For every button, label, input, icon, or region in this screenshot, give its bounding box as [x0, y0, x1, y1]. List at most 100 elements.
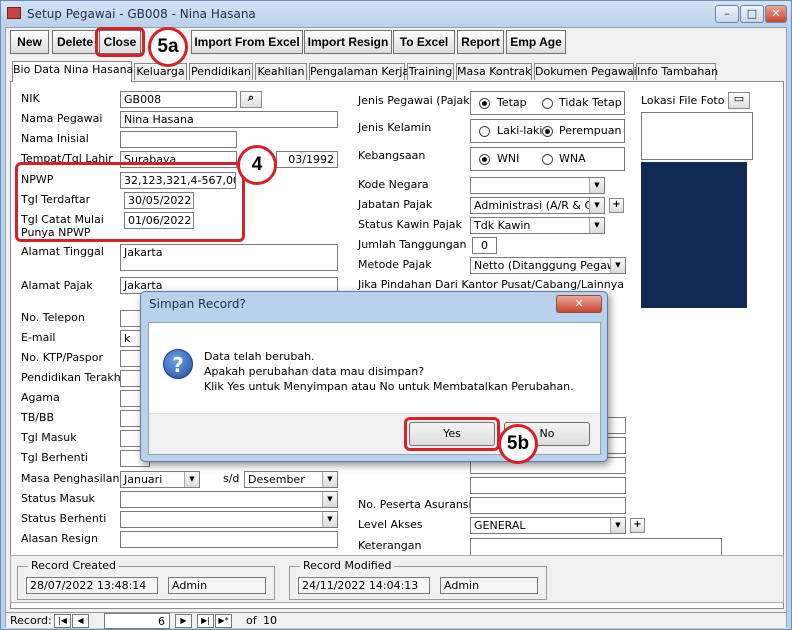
first-record-button[interactable]: |◀ — [54, 614, 71, 628]
record-created-label: Record Created — [28, 559, 120, 572]
tidak-tetap-radio[interactable] — [542, 98, 553, 109]
folder-open-icon[interactable]: ▭ — [728, 92, 750, 109]
import-from-excel-button[interactable]: Import From Excel — [191, 30, 303, 54]
chevron-down-icon: ▼ — [322, 472, 337, 487]
nik-field[interactable]: GB008 — [120, 91, 237, 108]
tab-training[interactable]: Training — [407, 63, 454, 80]
status-masuk-select[interactable]: ▼ — [120, 491, 338, 508]
alamat-tinggal-field[interactable]: Jakarta — [120, 244, 338, 271]
tgl-masuk-label: Tgl Masuk — [21, 431, 77, 444]
window-close-button[interactable]: ✕ — [765, 5, 787, 23]
tab-pengalaman-kerja[interactable]: Pengalaman Kerja — [309, 63, 409, 80]
tetap-radio[interactable] — [479, 98, 490, 109]
nama-pegawai-field[interactable]: Nina Hasana — [120, 111, 338, 128]
masa-sd-label: s/d — [223, 472, 240, 485]
masa-from-value: Januari — [124, 473, 163, 486]
wni-radio[interactable] — [479, 154, 490, 165]
level-akses-value: GENERAL — [474, 519, 526, 532]
jenis-kelamin-group: Laki-laki Perempuan — [470, 119, 625, 143]
dialog-message-line3: Klik Yes untuk Menyimpan atau No untuk M… — [204, 380, 574, 393]
last-record-button[interactable]: ▶| — [197, 614, 214, 628]
prev-record-button[interactable]: ◀ — [72, 614, 89, 628]
level-akses-label: Level Akses — [358, 518, 423, 531]
jenis-pegawai-group: Tetap Tidak Tetap — [470, 91, 625, 115]
lokasi-file-foto-label: Lokasi File Foto — [641, 94, 725, 107]
dialog-message-line1: Data telah berubah. — [204, 350, 315, 363]
tgl-lahir-field[interactable]: 03/1992 — [276, 151, 338, 168]
created-by-field: Admin — [168, 577, 266, 594]
alasan-resign-field[interactable] — [120, 531, 338, 548]
tbbb-label: TB/BB — [21, 411, 55, 424]
jabatan-pajak-select[interactable]: Administrasi (A/R & Claim ▼ — [470, 197, 605, 214]
kode-negara-select[interactable]: ▼ — [470, 177, 605, 194]
nama-inisial-label: Nama Inisial — [21, 132, 89, 145]
tab-dokumen-pegawai[interactable]: Dokumen Pegawai — [534, 63, 637, 80]
chevron-down-icon: ▼ — [322, 492, 337, 507]
tetap-label: Tetap — [497, 96, 527, 109]
status-kawin-value: Tdk Kawin — [474, 219, 531, 232]
tab-strip: Bio Data Nina Hasana Keluarga Pendidikan… — [10, 61, 786, 82]
current-record-field[interactable]: 6 — [104, 613, 170, 629]
record-total: 10 — [263, 614, 277, 627]
perempuan-radio[interactable] — [542, 126, 553, 137]
nama-inisial-field[interactable] — [120, 131, 237, 148]
foto-path-field[interactable] — [641, 112, 753, 160]
chevron-down-icon: ▼ — [589, 218, 604, 233]
record-of-label: of — [246, 614, 257, 627]
new-record-button[interactable]: ▶* — [215, 614, 232, 628]
annotation-rect-npwp — [15, 162, 245, 242]
to-excel-button[interactable]: To Excel — [393, 30, 455, 54]
metode-pajak-select[interactable]: Netto (Ditanggung Pegawai) ▼ — [470, 257, 626, 274]
tidak-tetap-label: Tidak Tetap — [559, 96, 622, 109]
keterangan-label: Keterangan — [358, 539, 422, 552]
setup-pegawai-window: Setup Pegawai - GB008 - Nina Hasana – □ … — [0, 0, 792, 630]
tab-masa-kontrak[interactable]: Masa Kontrak — [456, 63, 532, 80]
tab-info-tambahan[interactable]: Info Tambahan — [636, 63, 718, 80]
tab-bio-data[interactable]: Bio Data Nina Hasana — [12, 61, 133, 82]
status-kawin-select[interactable]: Tdk Kawin ▼ — [470, 217, 605, 234]
record-created-group: Record Created 28/07/2022 13:48:14 Admin — [17, 559, 275, 600]
kode-negara-label: Kode Negara — [358, 178, 429, 191]
chevron-down-icon: ▼ — [322, 512, 337, 527]
modified-date-field: 24/11/2022 14:04:13 — [298, 577, 430, 594]
created-date-field: 28/07/2022 13:48:14 — [26, 577, 158, 594]
import-resign-button[interactable]: Import Resign — [304, 30, 392, 54]
add-level-button[interactable]: + — [630, 518, 645, 533]
wna-radio[interactable] — [542, 154, 553, 165]
emp-age-button[interactable]: Emp Age — [506, 30, 566, 54]
title-bar: Setup Pegawai - GB008 - Nina Hasana – □ … — [1, 1, 791, 27]
telepon-label: No. Telepon — [21, 311, 85, 324]
new-button[interactable]: New — [10, 30, 49, 54]
field-behind-dialog-4[interactable] — [470, 477, 626, 494]
maximize-button[interactable]: □ — [740, 5, 764, 23]
no-peserta-asuransi-field[interactable] — [470, 497, 626, 514]
laki-laki-radio[interactable] — [479, 126, 490, 137]
chevron-down-icon: ▼ — [589, 198, 604, 213]
chevron-down-icon: ▼ — [610, 258, 625, 273]
minimize-button[interactable]: – — [715, 5, 739, 23]
jumlah-tanggungan-field[interactable]: 0 — [472, 237, 497, 254]
next-record-button[interactable]: ▶ — [175, 614, 192, 628]
add-jabatan-button[interactable]: + — [609, 198, 624, 213]
kebangsaan-label: Kebangsaan — [358, 149, 426, 162]
status-berhenti-select[interactable]: ▼ — [120, 511, 338, 528]
metode-pajak-value: Netto (Ditanggung Pegawai) — [474, 259, 626, 272]
pendidikan-label: Pendidikan Terakhir — [21, 371, 129, 384]
delete-button[interactable]: Delete — [52, 30, 98, 54]
modified-by-field: Admin — [440, 577, 538, 594]
metode-pajak-label: Metode Pajak — [358, 258, 432, 271]
search-icon[interactable]: ⌕ — [240, 91, 262, 108]
chevron-down-icon: ▼ — [184, 472, 199, 487]
annotation-rect-yes — [404, 417, 500, 451]
dialog-message-line2: Apakah perubahan data mau disimpan? — [204, 365, 425, 378]
tab-pendidikan[interactable]: Pendidikan — [189, 63, 253, 80]
level-akses-select[interactable]: GENERAL ▼ — [470, 517, 626, 534]
record-modified-group: Record Modified 24/11/2022 14:04:13 Admi… — [289, 559, 547, 600]
jenis-pegawai-pajak-label: Jenis Pegawai (Pajak) — [358, 94, 474, 107]
masa-to-select[interactable]: Desember ▼ — [244, 471, 338, 488]
report-button[interactable]: Report — [457, 30, 504, 54]
masa-from-select[interactable]: Januari ▼ — [120, 471, 200, 488]
dialog-close-button[interactable]: ✕ — [556, 295, 602, 313]
tab-keahlian[interactable]: Keahlian — [255, 63, 307, 80]
jabatan-pajak-label: Jabatan Pajak — [358, 198, 433, 211]
